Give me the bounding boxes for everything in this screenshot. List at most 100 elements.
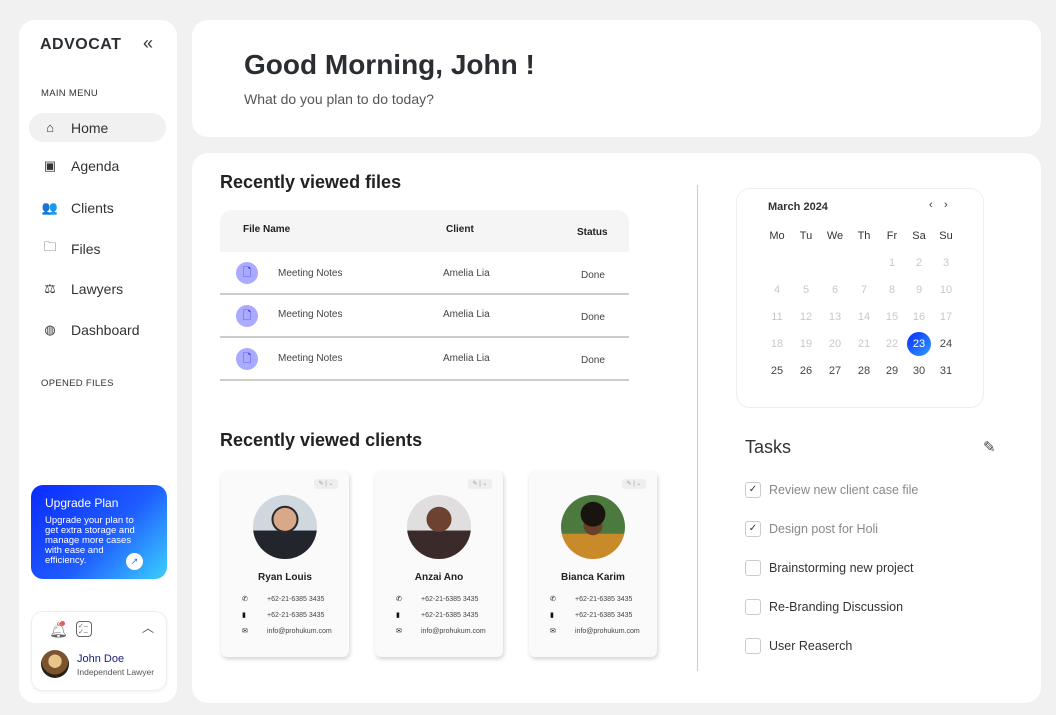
card-menu-button[interactable]: ✎ | ⌄ [468, 479, 492, 489]
arrow-up-right-icon[interactable]: ↗ [126, 553, 143, 570]
sidebar-item-lawyers[interactable]: ⚖ Lawyers [29, 274, 166, 303]
sidebar-item-dashboard[interactable]: ◍ Dashboard [29, 315, 166, 344]
client-card[interactable]: ✎ | ⌄ Bianca Karim ✆ +62-21-6385 3435 ▮ +6… [529, 471, 657, 657]
calendar-day[interactable]: 15 [879, 306, 905, 328]
next-month-icon[interactable]: › [944, 199, 948, 211]
profile-card: 🔔︎ ✓– ✓– ︿ John Doe Independent Lawyer [31, 611, 167, 691]
calendar-day[interactable]: 2 [906, 252, 932, 274]
client-email[interactable]: ✉ info@prohukum.com [396, 627, 486, 635]
calendar-day[interactable]: 10 [933, 279, 959, 301]
users-icon: 👥 [41, 199, 59, 215]
calendar-day[interactable]: 28 [851, 360, 877, 382]
calendar-day[interactable]: 6 [822, 279, 848, 301]
task-checkbox[interactable] [745, 599, 761, 615]
chevron-up-icon[interactable]: ︿ [142, 619, 154, 636]
calendar-day[interactable]: 19 [793, 333, 819, 355]
avatar[interactable] [41, 650, 69, 678]
dashboard-icon: ◍ [44, 321, 56, 337]
prev-month-icon[interactable]: ‹ [929, 199, 933, 211]
client-email[interactable]: ✉ info@prohukum.com [550, 627, 640, 635]
sidebar-item-agenda[interactable]: ▣ Agenda [29, 151, 166, 180]
mobile-icon: ▮ [242, 612, 246, 619]
upgrade-plan-card[interactable]: Upgrade Plan Upgrade your plan to get ex… [31, 485, 167, 579]
client-email[interactable]: ✉ info@prohukum.com [242, 627, 332, 635]
calendar-day[interactable]: 30 [906, 360, 932, 382]
calendar-day[interactable]: 8 [879, 279, 905, 301]
calendar-day[interactable]: 26 [793, 360, 819, 382]
calendar-day[interactable]: 4 [764, 279, 790, 301]
file-name: Meeting Notes [278, 353, 343, 364]
table-row[interactable]: 🗋 Meeting Notes Amelia Lia Done [220, 252, 629, 295]
sidebar-item-clients[interactable]: 👥 Clients [29, 193, 166, 222]
calendar-day[interactable]: 11 [764, 306, 790, 328]
card-menu-button[interactable]: ✎ | ⌄ [622, 479, 646, 489]
edit-icon[interactable]: ✎ [983, 438, 996, 456]
calendar-icon: ▣ [43, 157, 57, 173]
collapse-sidebar-icon[interactable]: « [143, 33, 153, 54]
task-checkbox[interactable] [745, 638, 761, 654]
calendar-day[interactable]: 14 [851, 306, 877, 328]
calendar-day[interactable]: 18 [764, 333, 790, 355]
bell-icon[interactable]: 🔔︎ [49, 621, 68, 639]
calendar-day[interactable]: 16 [906, 306, 932, 328]
file-client: Amelia Lia [443, 268, 490, 279]
task-checkbox[interactable]: ✓ [745, 521, 761, 537]
profile-name: John Doe [77, 653, 125, 665]
profile-role: Independent Lawyer [77, 667, 155, 677]
client-card[interactable]: ✎ | ⌄ Anzai Ano ✆ +62-21-6385 3435 ▮ +62-2… [375, 471, 503, 657]
weekday-label: Mo [769, 230, 785, 242]
calendar-day[interactable]: 27 [822, 360, 848, 382]
recent-clients-title: Recently viewed clients [220, 430, 423, 450]
calendar-day[interactable]: 22 [879, 333, 905, 355]
tasks-title: Tasks [745, 437, 792, 457]
client-card[interactable]: ✎ | ⌄ Ryan Louis ✆ +62-21-6385 3435 ▮ +62-… [221, 471, 349, 657]
sidebar-item-label: Home [71, 119, 109, 136]
sidebar: ADVOCAT « MAIN MENU ⌂ Home ▣ Agenda 👥 Clien… [19, 20, 177, 703]
task-checkbox[interactable]: ✓ [745, 482, 761, 498]
card-menu-button[interactable]: ✎ | ⌄ [314, 479, 338, 489]
upgrade-title: Upgrade Plan [45, 496, 119, 510]
calendar-day[interactable]: 12 [793, 306, 819, 328]
calendar-day[interactable]: 17 [933, 306, 959, 328]
calendar-day[interactable]: 25 [764, 360, 790, 382]
file-icon: 🗋 [236, 262, 258, 284]
task-item[interactable]: ✓ Design post for Holi [745, 521, 878, 537]
task-item[interactable]: ✓ Review new client case file [745, 482, 918, 498]
task-item[interactable]: Brainstorming new project [745, 560, 914, 576]
email-text: info@prohukum.com [421, 628, 486, 635]
table-row[interactable]: 🗋 Meeting Notes Amelia Lia Done [220, 338, 629, 381]
calendar-day[interactable]: 7 [851, 279, 877, 301]
calendar-day[interactable]: 20 [822, 333, 848, 355]
calendar-day[interactable]: 31 [933, 360, 959, 382]
calendar-day[interactable]: 9 [906, 279, 932, 301]
sidebar-item-home[interactable]: ⌂ Home [29, 113, 166, 142]
email-text: info@prohukum.com [575, 628, 640, 635]
phone-icon: ✆ [550, 596, 556, 603]
client-name: Ryan Louis [258, 572, 312, 583]
mobile-icon: ▮ [396, 612, 400, 619]
calendar-day[interactable]: 29 [879, 360, 905, 382]
client-photo [253, 495, 317, 559]
calendar-day[interactable]: 13 [822, 306, 848, 328]
sidebar-item-files[interactable]: 🗀 Files [29, 234, 166, 263]
calendar-day[interactable]: 1 [879, 252, 905, 274]
file-name: Meeting Notes [278, 309, 343, 320]
task-item[interactable]: Re-Branding Discussion [745, 599, 903, 615]
calendar-day[interactable]: 24 [933, 333, 959, 355]
sidebar-item-label: Agenda [71, 157, 120, 174]
mobile-text: +62-21-6385 3435 [421, 612, 479, 619]
table-row[interactable]: 🗋 Meeting Notes Amelia Lia Done [220, 295, 629, 338]
email-text: info@prohukum.com [267, 628, 332, 635]
phone-icon: ✆ [242, 596, 248, 603]
task-checkbox[interactable] [745, 560, 761, 576]
calendar-day[interactable]: 3 [933, 252, 959, 274]
calendar-day[interactable]: 5 [793, 279, 819, 301]
file-status: Done [581, 355, 605, 366]
calendar-day[interactable]: 21 [851, 333, 877, 355]
client-photo [561, 495, 625, 559]
task-item[interactable]: User Reaserch [745, 638, 852, 654]
task-label: Review new client case file [769, 483, 919, 497]
checklist-icon[interactable]: ✓– ✓– [76, 621, 92, 637]
main-panel: Recently viewed files File Name Client S… [192, 153, 1041, 703]
calendar-day-selected[interactable]: 23 [907, 332, 931, 356]
